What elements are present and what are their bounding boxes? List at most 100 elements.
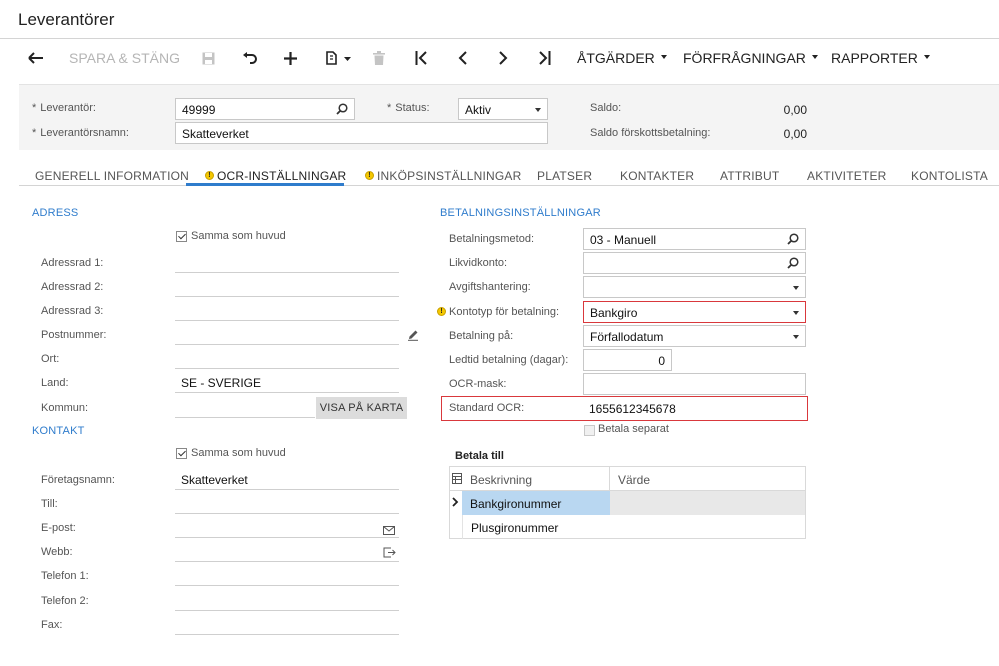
- delete-icon[interactable]: [371, 48, 387, 68]
- tab-account-list[interactable]: KONTOLISTA: [911, 169, 988, 183]
- inquiries-menu[interactable]: FÖRFRÅGNINGAR: [683, 50, 818, 66]
- pay-on-select[interactable]: Förfallodatum: [583, 325, 806, 347]
- chevron-down-icon: [793, 286, 799, 290]
- pay-separately-label: Betala separat: [598, 423, 669, 435]
- edit-pencil-icon[interactable]: [407, 329, 419, 344]
- tab-ocr-settings[interactable]: ! OCR-INSTÄLLNINGAR: [205, 169, 346, 183]
- country-label: Land:: [41, 377, 69, 389]
- address-line2-label: Adressrad 2:: [41, 281, 104, 293]
- search-icon[interactable]: [336, 103, 348, 118]
- web-field[interactable]: [175, 540, 399, 562]
- pay-on-label: Betalning på:: [449, 330, 514, 342]
- add-icon[interactable]: [281, 48, 299, 68]
- postal-code-field[interactable]: [175, 323, 399, 345]
- payment-section-title: BETALNINGSINSTÄLLNINGAR: [440, 207, 601, 219]
- table-row[interactable]: Plusgironummer: [450, 515, 805, 539]
- chevron-down-icon: [811, 55, 818, 60]
- cash-account-label: Likvidkonto:: [449, 257, 508, 269]
- actions-menu-label: ÅTGÄRDER: [577, 50, 655, 66]
- row-pointer-icon: [450, 491, 462, 515]
- tab-attributes[interactable]: ATTRIBUT: [720, 169, 779, 183]
- row-description-cell[interactable]: Bankgironummer: [462, 491, 610, 515]
- phone1-field[interactable]: [175, 564, 399, 586]
- country-field[interactable]: SE - SVERIGE: [175, 371, 399, 393]
- reports-menu[interactable]: RAPPORTER: [831, 50, 930, 66]
- back-arrow-icon[interactable]: [26, 48, 46, 68]
- contact-same-as-main-checkbox[interactable]: [176, 448, 187, 459]
- tab-contacts[interactable]: KONTAKTER: [620, 169, 694, 183]
- account-type-select[interactable]: Bankgiro: [583, 301, 806, 323]
- actions-menu[interactable]: ÅTGÄRDER: [577, 50, 667, 66]
- pay-separately-checkbox[interactable]: [584, 425, 595, 436]
- next-record-icon[interactable]: [494, 48, 512, 68]
- cash-account-input[interactable]: [583, 252, 806, 274]
- first-record-icon[interactable]: [412, 48, 430, 68]
- table-row[interactable]: Bankgironummer: [450, 491, 805, 515]
- standard-ocr-input[interactable]: 1655612345678: [583, 398, 806, 419]
- payment-method-input[interactable]: 03 - Manuell: [583, 228, 806, 250]
- account-type-label: ! Kontotyp för betalning:: [437, 306, 559, 318]
- grid-header-description[interactable]: Beskrivning: [462, 467, 610, 491]
- tab-locations[interactable]: PLATSER: [537, 169, 592, 183]
- ocr-mask-label: OCR-mask:: [449, 378, 507, 390]
- fee-handling-select[interactable]: [583, 276, 806, 298]
- fax-field[interactable]: [175, 613, 399, 635]
- tab-activities[interactable]: AKTIVITETER: [807, 169, 887, 183]
- warning-icon: !: [205, 171, 214, 181]
- address-same-as-main-label: Samma som huvud: [191, 230, 286, 242]
- company-name-field[interactable]: Skatteverket: [175, 468, 399, 490]
- fee-handling-label: Avgiftshantering:: [449, 281, 531, 293]
- contact-section-title: KONTAKT: [32, 425, 85, 437]
- undo-icon[interactable]: [240, 48, 258, 68]
- prepayment-balance-label: Saldo förskottsbetalning:: [590, 127, 711, 139]
- email-field[interactable]: [175, 516, 399, 538]
- prepayment-balance-value: 0,00: [783, 127, 807, 141]
- mail-icon[interactable]: [383, 524, 395, 538]
- open-link-icon[interactable]: [383, 547, 396, 561]
- vendor-id-input[interactable]: 49999: [175, 98, 355, 120]
- search-icon[interactable]: [787, 233, 799, 248]
- address-line2-field[interactable]: [175, 275, 399, 297]
- grid-header-row: Beskrivning Värde: [450, 467, 805, 491]
- title-divider: [0, 38, 999, 39]
- address-line1-label: Adressrad 1:: [41, 257, 104, 269]
- vendor-name-input[interactable]: Skatteverket: [175, 122, 548, 144]
- phone1-label: Telefon 1:: [41, 570, 89, 582]
- ocr-mask-input[interactable]: [583, 373, 806, 395]
- vendor-name-label: * Leverantörsnamn:: [32, 127, 129, 139]
- lead-time-input[interactable]: 0: [583, 349, 672, 371]
- country-value: SE - SVERIGE: [181, 376, 262, 390]
- tab-general-information[interactable]: GENERELL INFORMATION: [35, 169, 189, 183]
- row-value-cell[interactable]: [610, 491, 805, 515]
- copy-paste-icon[interactable]: [322, 48, 354, 68]
- city-label: Ort:: [41, 353, 60, 365]
- save-icon[interactable]: [199, 48, 217, 68]
- show-on-map-button[interactable]: VISA PÅ KARTA: [316, 397, 407, 419]
- company-name-value: Skatteverket: [181, 473, 248, 487]
- row-value-cell[interactable]: [610, 515, 805, 539]
- contact-same-as-main-label: Samma som huvud: [191, 447, 286, 459]
- reports-menu-label: RAPPORTER: [831, 50, 918, 66]
- row-description-cell[interactable]: Plusgironummer: [462, 515, 610, 539]
- chevron-down-icon: [660, 55, 667, 60]
- last-record-icon[interactable]: [535, 48, 553, 68]
- phone2-field[interactable]: [175, 589, 399, 611]
- address-line3-field[interactable]: [175, 299, 399, 321]
- save-close-button[interactable]: SPARA & STÄNG: [69, 50, 180, 66]
- postal-code-label: Postnummer:: [41, 329, 107, 341]
- address-line1-field[interactable]: [175, 251, 399, 273]
- pay-to-grid: Beskrivning Värde Bankgironummer Plusgir…: [449, 466, 806, 539]
- grid-header-value[interactable]: Värde: [610, 467, 805, 491]
- payment-method-label: Betalningsmetod:: [449, 233, 534, 245]
- balance-value: 0,00: [783, 103, 807, 117]
- attention-field[interactable]: [175, 492, 399, 514]
- tab-purchase-settings[interactable]: ! INKÖPSINSTÄLLNINGAR: [365, 169, 522, 183]
- fax-label: Fax:: [41, 619, 63, 631]
- city-field[interactable]: [175, 347, 399, 369]
- previous-record-icon[interactable]: [453, 48, 471, 68]
- status-select[interactable]: Aktiv: [458, 98, 548, 120]
- address-same-as-main-checkbox[interactable]: [176, 231, 187, 242]
- municipality-field[interactable]: [175, 396, 315, 418]
- search-icon[interactable]: [787, 257, 799, 272]
- lead-time-label: Ledtid betalning (dagar):: [449, 354, 569, 366]
